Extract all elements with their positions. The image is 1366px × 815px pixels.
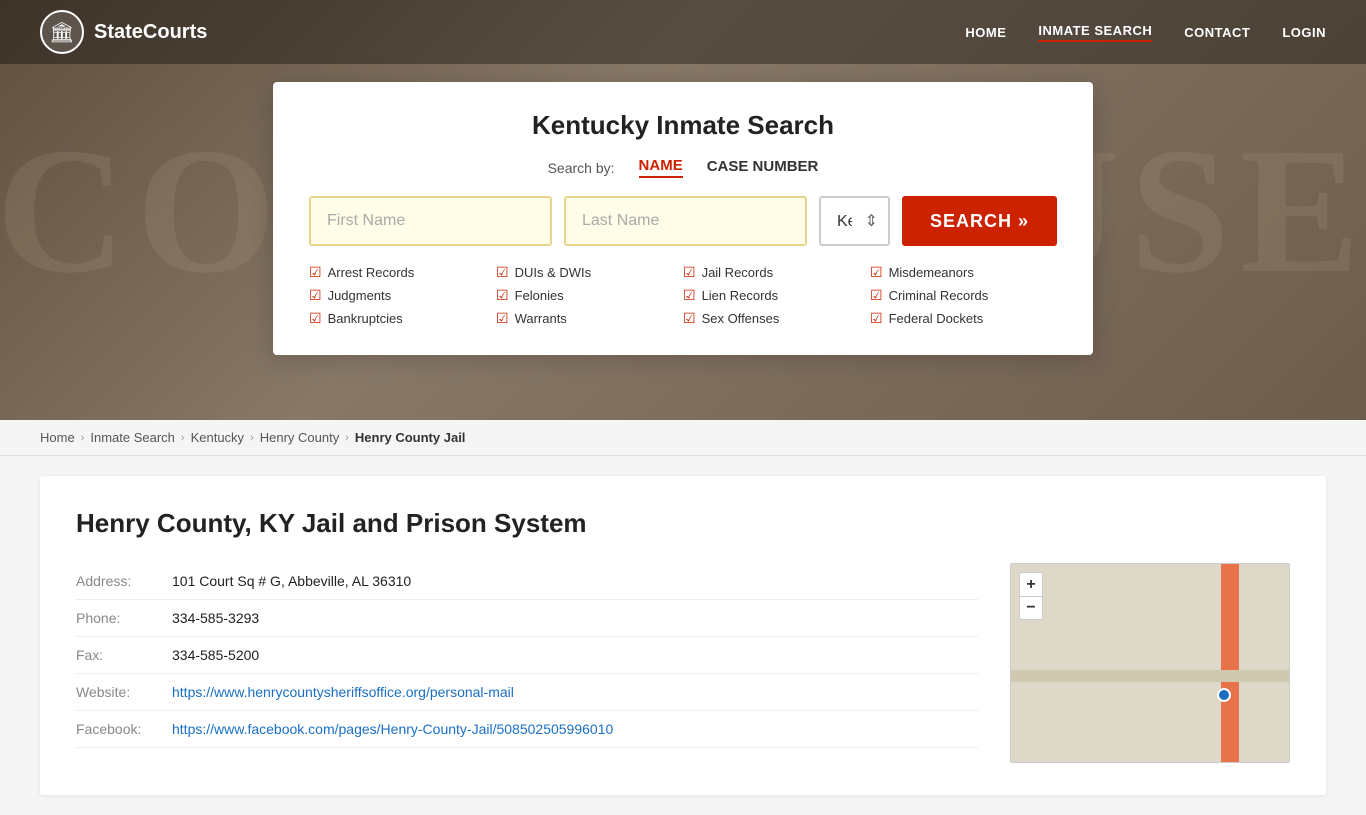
check-duis: ☑ DUIs & DWIs [496, 264, 683, 281]
check-misdemeanors: ☑ Misdemeanors [870, 264, 1057, 281]
map-land [1011, 564, 1289, 762]
last-name-input[interactable] [564, 196, 807, 246]
breadcrumb-henry-county[interactable]: Henry County [260, 430, 339, 445]
nav-links: HOME INMATE SEARCH CONTACT LOGIN [965, 23, 1326, 42]
search-card: Kentucky Inmate Search Search by: NAME C… [273, 82, 1093, 355]
check-icon-11: ☑ [870, 287, 883, 304]
check-lien-records: ☑ Lien Records [683, 287, 870, 304]
check-icon-6: ☑ [496, 310, 509, 327]
nav-home[interactable]: HOME [965, 25, 1006, 40]
check-icon-4: ☑ [496, 264, 509, 281]
check-warrants: ☑ Warrants [496, 310, 683, 327]
search-card-title: Kentucky Inmate Search [309, 110, 1057, 141]
map-zoom-out[interactable]: − [1019, 596, 1043, 620]
check-icon-10: ☑ [870, 264, 883, 281]
fax-value: 334-585-5200 [172, 647, 259, 663]
main-content: Henry County, KY Jail and Prison System … [0, 456, 1366, 815]
address-row: Address: 101 Court Sq # G, Abbeville, AL… [76, 563, 978, 600]
map-zoom-in[interactable]: + [1019, 572, 1043, 596]
website-row: Website: https://www.henrycountysheriffs… [76, 674, 978, 711]
phone-label: Phone: [76, 610, 156, 626]
check-icon-5: ☑ [496, 287, 509, 304]
info-table: Address: 101 Court Sq # G, Abbeville, AL… [76, 563, 978, 763]
breadcrumb-home[interactable]: Home [40, 430, 75, 445]
tab-case-number[interactable]: CASE NUMBER [707, 158, 819, 177]
check-jail-records: ☑ Jail Records [683, 264, 870, 281]
check-bankruptcies: ☑ Bankruptcies [309, 310, 496, 327]
first-name-input[interactable] [309, 196, 552, 246]
hero-section: COURTHOUSE 🏛 StateCourts HOME INMATE SEA… [0, 0, 1366, 420]
breadcrumb-sep-1: › [81, 432, 85, 444]
content-heading: Henry County, KY Jail and Prison System [76, 508, 1290, 539]
navbar: 🏛 StateCourts HOME INMATE SEARCH CONTACT… [0, 0, 1366, 64]
search-button[interactable]: SEARCH » [902, 196, 1057, 246]
phone-row: Phone: 334-585-3293 [76, 600, 978, 637]
check-icon-2: ☑ [309, 287, 322, 304]
breadcrumb-current: Henry County Jail [355, 430, 466, 445]
checklist-col-1: ☑ Arrest Records ☑ Judgments ☑ Bankruptc… [309, 264, 496, 327]
breadcrumb-sep-3: › [250, 432, 254, 444]
checklist-col-2: ☑ DUIs & DWIs ☑ Felonies ☑ Warrants [496, 264, 683, 327]
tab-name[interactable]: NAME [639, 157, 683, 178]
brand-link[interactable]: 🏛 StateCourts [40, 10, 207, 54]
nav-login[interactable]: LOGIN [1282, 25, 1326, 40]
nav-inmate-search[interactable]: INMATE SEARCH [1038, 23, 1152, 42]
check-federal-dockets: ☑ Federal Dockets [870, 310, 1057, 327]
check-icon-7: ☑ [683, 264, 696, 281]
breadcrumb-sep-4: › [345, 432, 349, 444]
fax-row: Fax: 334-585-5200 [76, 637, 978, 674]
map-road-vertical [1221, 564, 1239, 762]
breadcrumb-kentucky[interactable]: Kentucky [191, 430, 244, 445]
check-icon-9: ☑ [683, 310, 696, 327]
check-judgments: ☑ Judgments [309, 287, 496, 304]
facebook-row: Facebook: https://www.facebook.com/pages… [76, 711, 978, 748]
search-inputs-row: Kentucky Alabama Alaska Arizona ⇕ SEARCH… [309, 196, 1057, 246]
state-select-wrap: Kentucky Alabama Alaska Arizona ⇕ [819, 196, 890, 246]
nav-contact[interactable]: CONTACT [1184, 25, 1250, 40]
brand-icon: 🏛 [40, 10, 84, 54]
check-icon-3: ☑ [309, 310, 322, 327]
map-controls: + − [1019, 572, 1043, 620]
breadcrumb-sep-2: › [181, 432, 185, 444]
brand-name: StateCourts [94, 21, 207, 44]
state-select[interactable]: Kentucky Alabama Alaska Arizona [819, 196, 890, 246]
checklist-grid: ☑ Arrest Records ☑ Judgments ☑ Bankruptc… [309, 264, 1057, 327]
check-icon-1: ☑ [309, 264, 322, 281]
search-by-label: Search by: [548, 160, 615, 176]
check-felonies: ☑ Felonies [496, 287, 683, 304]
breadcrumb-inmate-search[interactable]: Inmate Search [90, 430, 175, 445]
check-criminal-records: ☑ Criminal Records [870, 287, 1057, 304]
check-icon-8: ☑ [683, 287, 696, 304]
search-tabs-row: Search by: NAME CASE NUMBER [309, 157, 1057, 178]
facebook-label: Facebook: [76, 721, 156, 737]
facebook-link[interactable]: https://www.facebook.com/pages/Henry-Cou… [172, 721, 613, 737]
check-sex-offenses: ☑ Sex Offenses [683, 310, 870, 327]
map-location-dot [1217, 688, 1231, 702]
phone-value: 334-585-3293 [172, 610, 259, 626]
website-label: Website: [76, 684, 156, 700]
content-card: Henry County, KY Jail and Prison System … [40, 476, 1326, 795]
checklist-col-4: ☑ Misdemeanors ☑ Criminal Records ☑ Fede… [870, 264, 1057, 327]
fax-label: Fax: [76, 647, 156, 663]
info-layout: Address: 101 Court Sq # G, Abbeville, AL… [76, 563, 1290, 763]
check-icon-12: ☑ [870, 310, 883, 327]
check-arrest-records: ☑ Arrest Records [309, 264, 496, 281]
breadcrumb: Home › Inmate Search › Kentucky › Henry … [0, 420, 1366, 456]
address-label: Address: [76, 573, 156, 589]
website-link[interactable]: https://www.henrycountysheriffsoffice.or… [172, 684, 514, 700]
checklist-col-3: ☑ Jail Records ☑ Lien Records ☑ Sex Offe… [683, 264, 870, 327]
map-container: + − [1010, 563, 1290, 763]
address-value: 101 Court Sq # G, Abbeville, AL 36310 [172, 573, 411, 589]
map-road-horizontal [1011, 670, 1289, 682]
